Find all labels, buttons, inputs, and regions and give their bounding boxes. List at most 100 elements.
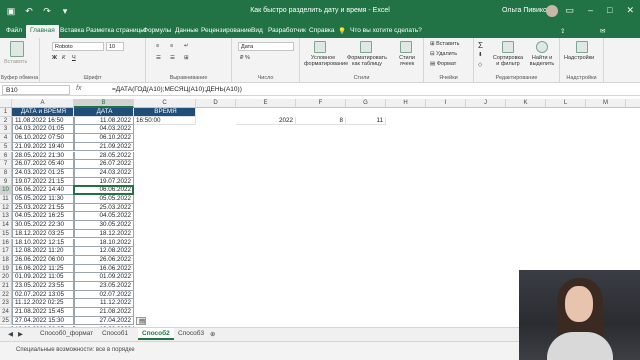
cell-styles-icon[interactable] — [400, 41, 412, 53]
currency-icon[interactable]: ₽ % — [240, 55, 250, 61]
date-cell[interactable]: 18.10.2022 — [74, 238, 134, 248]
paste-button[interactable]: Вставить — [4, 59, 27, 65]
date-time-cell[interactable]: 02.07.2022 13:05 — [12, 290, 74, 300]
column-header[interactable]: B — [74, 99, 134, 108]
sheet-tab-sposob0[interactable]: Способ0_формат — [40, 330, 93, 337]
font-size-select[interactable]: 10 — [106, 42, 124, 51]
bold-icon[interactable]: Ж — [52, 55, 57, 61]
row-header[interactable]: 2 — [0, 116, 12, 126]
row-header[interactable]: 22 — [0, 290, 12, 300]
date-cell[interactable]: 23.05.2022 — [74, 282, 134, 291]
date-cell[interactable]: 04.05.2022 — [74, 212, 134, 222]
date-cell[interactable]: 04.03.2022 — [74, 125, 134, 135]
column-header[interactable]: C — [134, 99, 196, 108]
date-time-cell[interactable]: 11.08.2022 16:50 — [12, 116, 74, 126]
date-cell[interactable]: 27.04.2022 — [74, 316, 134, 326]
addins-icon[interactable] — [576, 41, 588, 53]
italic-icon[interactable]: К — [62, 55, 65, 61]
column-header[interactable]: H — [386, 99, 426, 108]
date-time-cell[interactable]: 23.05.2022 23:55 — [12, 282, 74, 291]
row-header[interactable]: 1 — [0, 108, 12, 117]
date-time-cell[interactable]: 05.05.2022 11:30 — [12, 195, 74, 204]
date-time-cell[interactable]: 26.07.2022 05:40 — [12, 160, 74, 169]
header-cell-date[interactable]: ДАТА — [74, 108, 134, 117]
date-cell[interactable]: 11.08.2022 — [74, 116, 134, 126]
date-cell[interactable]: 18.12.2022 — [74, 229, 134, 239]
row-header[interactable]: 18 — [0, 255, 12, 265]
date-cell[interactable]: 01.09.2022 — [74, 273, 134, 282]
formula-input[interactable]: =ДАТА(ГОД(A10);МЕСЯЦ(A10);ДЕНЬ(A10)) — [112, 85, 242, 95]
row-header[interactable]: 24 — [0, 308, 12, 317]
column-header[interactable]: I — [426, 99, 466, 108]
align-middle-icon[interactable]: ≡ — [170, 43, 173, 49]
date-cell[interactable]: 26.06.2022 — [74, 255, 134, 265]
date-cell[interactable]: 24.03.2022 — [74, 168, 134, 178]
date-time-cell[interactable]: 12.08.2022 11:20 — [12, 247, 74, 256]
row-header[interactable]: 8 — [0, 168, 12, 178]
date-time-cell[interactable]: 24.03.2022 01:25 — [12, 168, 74, 178]
find-select-icon[interactable] — [536, 41, 548, 53]
format-as-table-icon[interactable] — [360, 41, 372, 53]
clear-icon[interactable]: ◇ — [478, 62, 482, 68]
date-cell[interactable]: 11.12.2022 — [74, 299, 134, 309]
row-header[interactable]: 5 — [0, 142, 12, 152]
row-header[interactable]: 23 — [0, 299, 12, 309]
date-cell[interactable]: 06.10.2022 — [74, 134, 134, 143]
tab-page-layout[interactable]: Разметка страницы — [86, 27, 145, 34]
conditional-format-button[interactable]: Условное форматирование — [304, 55, 348, 67]
date-time-cell[interactable]: 21.08.2022 15:45 — [12, 308, 74, 317]
date-time-cell[interactable]: 30.05.2022 22:30 — [12, 221, 74, 230]
format-as-table-button[interactable]: Форматировать как таблицу — [346, 55, 388, 67]
cell-styles-button[interactable]: Стили ячеек — [394, 55, 420, 67]
row-header[interactable]: 9 — [0, 177, 12, 187]
sort-filter-icon[interactable] — [502, 41, 514, 53]
date-time-cell[interactable]: 18.12.2022 03:25 — [12, 229, 74, 239]
date-time-cell[interactable]: 18.10.2022 12:15 — [12, 238, 74, 248]
date-time-cell[interactable]: 27.04.2022 15:30 — [12, 316, 74, 326]
fx-icon[interactable]: fx — [76, 85, 81, 92]
date-time-cell[interactable]: 28.05.2022 21:30 — [12, 151, 74, 161]
row-header[interactable]: 3 — [0, 125, 12, 135]
sheet-scroll-left-icon[interactable]: ◀ — [8, 330, 13, 338]
sheet-scroll-right-icon[interactable]: ▶ — [18, 330, 23, 338]
date-cell[interactable]: 21.09.2022 — [74, 142, 134, 152]
date-time-cell[interactable]: 06.06.2022 14:40 — [12, 186, 74, 195]
paste-icon[interactable] — [10, 41, 24, 57]
ribbon-display-icon[interactable]: ▭ — [565, 5, 574, 16]
date-time-cell[interactable]: 04.05.2022 16:25 — [12, 212, 74, 222]
row-header[interactable]: 11 — [0, 195, 12, 204]
date-time-cell[interactable]: 11.12.2022 02:25 — [12, 299, 74, 309]
tab-insert[interactable]: Вставка — [60, 27, 84, 34]
date-time-cell[interactable]: 25.03.2022 21:55 — [12, 203, 74, 213]
tab-data[interactable]: Данные — [175, 27, 198, 34]
tab-developer[interactable]: Разработчик — [268, 27, 306, 34]
share-icon[interactable]: ⇪ — [560, 27, 565, 35]
row-header[interactable]: 20 — [0, 273, 12, 282]
date-time-cell[interactable]: 19.07.2022 21:15 — [12, 177, 74, 187]
column-header[interactable]: E — [236, 99, 296, 108]
tell-me-search[interactable]: Что вы хотите сделать? — [350, 27, 422, 34]
date-time-cell[interactable]: 06.10.2022 07:50 — [12, 134, 74, 143]
row-header[interactable]: 10 — [0, 186, 12, 195]
column-header[interactable]: G — [346, 99, 386, 108]
delete-cells-button[interactable]: ⊟ Удалить — [430, 51, 457, 57]
date-cell[interactable]: 28.05.2022 — [74, 151, 134, 161]
maximize-icon[interactable]: □ — [607, 5, 612, 16]
font-name-select[interactable]: Roboto — [52, 42, 104, 51]
date-cell[interactable]: 30.05.2022 — [74, 221, 134, 230]
day-cell[interactable]: 11 — [346, 116, 386, 126]
column-header[interactable]: K — [506, 99, 546, 108]
column-header[interactable]: A — [12, 99, 74, 108]
align-center-icon[interactable]: ☰ — [170, 55, 175, 61]
underline-icon[interactable]: Ч — [72, 55, 76, 61]
tab-view[interactable]: Вид — [251, 27, 263, 34]
time-cell[interactable]: 16:50:00 — [134, 116, 196, 126]
active-cell-indicator[interactable] — [73, 185, 134, 195]
row-header[interactable]: 15 — [0, 229, 12, 239]
find-select-button[interactable]: Найти и выделить — [526, 55, 558, 67]
row-header[interactable]: 19 — [0, 264, 12, 274]
header-cell-time[interactable]: ВРЕМЯ — [134, 108, 196, 117]
row-header[interactable]: 21 — [0, 282, 12, 291]
date-time-cell[interactable]: 21.09.2022 19:40 — [12, 142, 74, 152]
column-header[interactable]: F — [296, 99, 346, 108]
